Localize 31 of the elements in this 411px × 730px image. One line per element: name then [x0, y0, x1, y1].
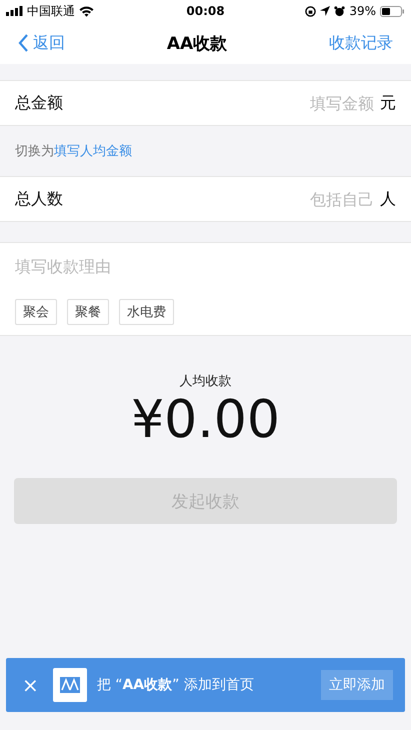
close-button[interactable]: × — [18, 673, 43, 697]
alarm-icon — [334, 6, 346, 16]
app-icon — [52, 668, 87, 702]
reason-tag[interactable]: 水电费 — [119, 299, 174, 325]
signal-icon — [6, 6, 23, 16]
reason-input[interactable]: 填写收款理由 — [0, 243, 411, 289]
reason-tag[interactable]: 聚会 — [15, 299, 57, 325]
clock-time: 00:08 — [186, 4, 225, 18]
banner-message: 把 “AA收款” 添加到首页 — [96, 676, 255, 694]
amount-unit: 元 — [380, 81, 411, 125]
people-label: 总人数 — [0, 177, 95, 221]
amount-input[interactable]: 填写金额 — [95, 81, 380, 125]
back-button[interactable]: 返回 — [18, 32, 65, 54]
per-person-label: 人均收款 — [180, 373, 232, 390]
wifi-icon — [79, 6, 94, 16]
per-person-amount: ¥0.00 — [131, 390, 280, 450]
switch-hint: 切换为 — [15, 143, 54, 160]
add-button[interactable]: 立即添加 — [321, 670, 393, 700]
location-icon — [320, 6, 330, 16]
records-link[interactable]: 收款记录 — [328, 32, 393, 54]
rotation-lock-icon — [305, 6, 316, 16]
people-input[interactable]: 包括自己 — [95, 177, 380, 221]
reason-tag[interactable]: 聚餐 — [67, 299, 109, 325]
battery-icon — [380, 6, 405, 16]
carrier-name: 中国联通 — [27, 2, 75, 20]
people-unit: 人 — [380, 177, 411, 221]
amount-label: 总金额 — [0, 81, 95, 125]
battery-percent: 39% — [349, 4, 376, 18]
page-title: AA收款 — [166, 32, 228, 54]
switch-link[interactable]: 填写人均金额 — [54, 142, 132, 160]
chevron-left-icon — [18, 34, 29, 52]
